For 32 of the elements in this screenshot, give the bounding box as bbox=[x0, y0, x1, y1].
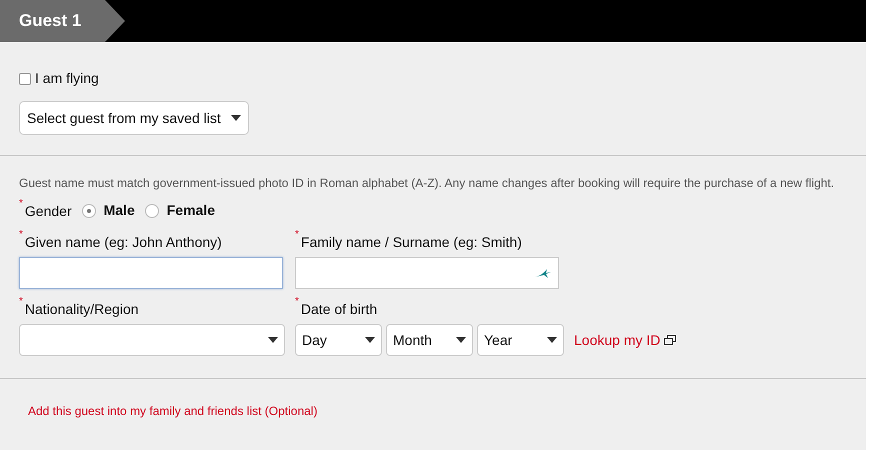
caret-icon bbox=[547, 337, 557, 343]
radio-button[interactable] bbox=[144, 204, 159, 218]
required-mark: * bbox=[295, 297, 299, 307]
text-input[interactable] bbox=[295, 257, 559, 289]
flying-checkbox[interactable] bbox=[19, 72, 31, 84]
field-label: Gender bbox=[24, 202, 72, 221]
field-label: Family name / Surname (eg: Smith) bbox=[300, 233, 522, 252]
required-mark: * bbox=[19, 199, 23, 209]
caret-icon bbox=[268, 337, 278, 343]
external-window-icon bbox=[664, 335, 676, 345]
caret-icon bbox=[365, 337, 375, 343]
radio-label: Female bbox=[166, 201, 215, 220]
required-mark: * bbox=[19, 230, 23, 240]
caret-icon bbox=[231, 115, 241, 121]
caret-icon bbox=[456, 337, 466, 343]
required-mark: * bbox=[295, 230, 299, 240]
dropdown[interactable]: Year bbox=[477, 324, 564, 356]
dropdown[interactable]: Day bbox=[295, 324, 382, 356]
checkbox-label: I am flying bbox=[35, 69, 99, 88]
field-label: Given name (eg: John Anthony) bbox=[24, 233, 222, 252]
required-mark: * bbox=[19, 297, 23, 307]
radio-label: Male bbox=[104, 201, 135, 220]
field-label: Nationality/Region bbox=[24, 300, 139, 319]
text-input[interactable] bbox=[19, 257, 283, 289]
saved-list-dropdown[interactable]: Select guest from my saved list bbox=[19, 101, 249, 135]
radio-button[interactable] bbox=[82, 204, 96, 218]
dropdown[interactable]: Month bbox=[386, 324, 473, 356]
field-label: Date of birth bbox=[300, 300, 378, 319]
notice-text: Guest name must match government-issued photo ID in Roman alphabet (A-Z). Any name changes after booking will require the purchase of a new flight. bbox=[19, 175, 836, 192]
add-guest-link[interactable]: Add this guest into my family and friends list (Optional) bbox=[28, 404, 318, 418]
lookup-link[interactable]: Lookup my ID bbox=[574, 330, 660, 350]
dropdown[interactable] bbox=[19, 324, 285, 356]
